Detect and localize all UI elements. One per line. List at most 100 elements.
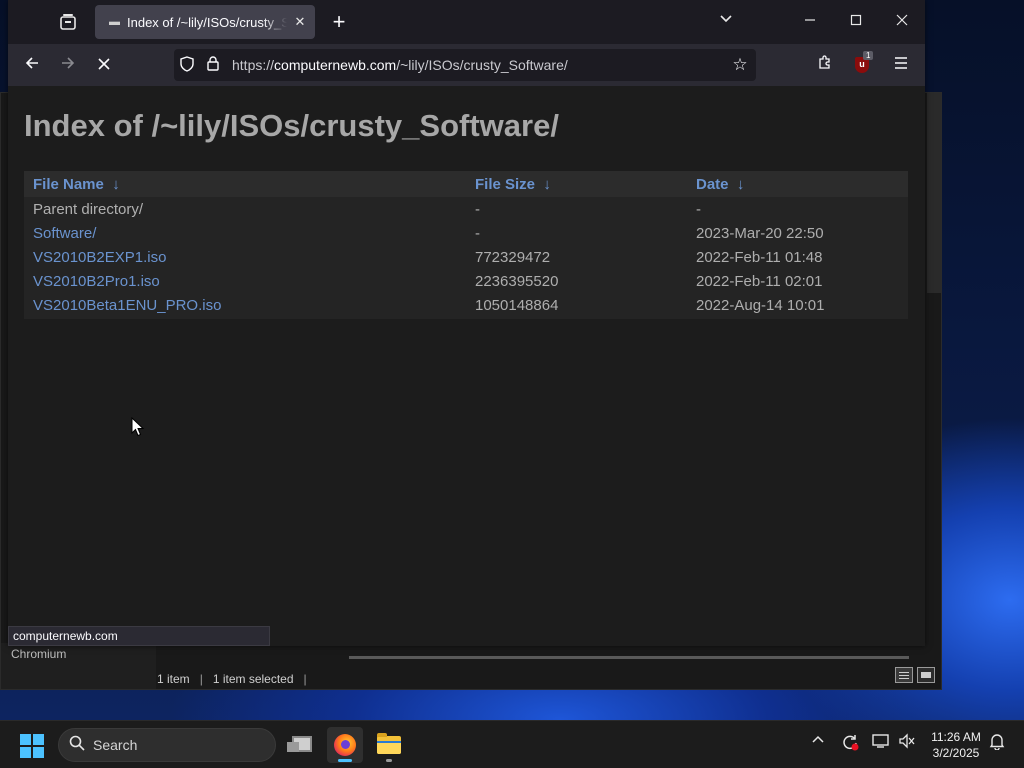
close-tab-icon[interactable]: ✕ [293,14,307,30]
clock-date: 3/2/2025 [932,746,980,760]
ublock-origin-button[interactable]: u 1 [853,51,874,74]
task-view-icon [287,736,312,752]
file-name-link[interactable]: Software/ [24,221,466,245]
minimize-icon [805,19,815,21]
running-indicator [386,759,392,762]
firefox-window: ▬ Index of /~lily/ISOs/crusty_Software/ … [8,0,925,646]
navigation-toolbar: https://computernewb.com/~lily/ISOs/crus… [8,44,925,86]
tab-bar: ▬ Index of /~lily/ISOs/crusty_Software/ … [8,0,925,44]
close-icon [896,14,908,26]
file-size-cell: 2236395520 [475,272,559,290]
file-name-link[interactable]: VS2010B2Pro1.iso [24,269,466,293]
page-favicon-icon: ▬ [109,16,120,28]
lock-icon[interactable] [200,56,226,74]
table-row: Parent directory/ - - [24,197,908,221]
file-name-link[interactable]: VS2010B2EXP1.iso [24,245,466,269]
list-all-tabs-button[interactable] [714,10,738,34]
mouse-pointer-icon [131,417,145,437]
taskbar-clock[interactable]: 11:26 AM 3/2/2025 [922,729,990,761]
address-bar[interactable]: https://computernewb.com/~lily/ISOs/crus… [174,49,756,81]
explorer-status-bar: 1 item | 1 item selected | [157,669,307,689]
url-path: /~lily/ISOs/crusty_Software/ [396,57,568,73]
minimize-button[interactable] [798,10,822,34]
app-menu-button[interactable] [889,54,913,76]
hamburger-menu-icon [895,57,907,69]
bookmark-star-icon[interactable]: ☆ [730,55,750,75]
file-name-link[interactable]: Parent directory/ [24,197,466,221]
page-content: Index of /~lily/ISOs/crusty_Software/ Fi… [8,86,925,646]
search-label: Search [93,737,138,753]
monitor-icon [872,734,889,748]
tray-sync-button[interactable] [839,733,861,755]
firefox-view-icon [60,14,76,30]
sort-arrow-icon: ↓ [543,175,551,193]
file-date-cell: 2022-Feb-11 01:48 [696,248,823,266]
maximize-button[interactable] [844,10,868,34]
page-title: Index of /~lily/ISOs/crusty_Software/ [24,108,559,143]
chevron-up-icon [812,735,824,743]
file-name-link[interactable]: VS2010Beta1ENU_PRO.iso [24,293,466,319]
extensions-button[interactable] [813,54,837,76]
forward-button[interactable] [55,53,81,77]
taskbar: Search 11:26 AM 3/2/2025 [0,720,1024,768]
firefox-view-button[interactable] [58,12,78,32]
file-listing-table: File Name ↓ File Size ↓ Date ↓ Parent di… [24,171,908,319]
bell-icon [989,734,1005,751]
column-header-file-name[interactable]: File Name ↓ [24,171,466,197]
table-row: VS2010Beta1ENU_PRO.iso 1050148864 2022-A… [24,293,908,319]
table-header-row: File Name ↓ File Size ↓ Date ↓ [24,171,908,197]
tab-active[interactable]: ▬ Index of /~lily/ISOs/crusty_Software/ … [95,5,315,39]
link-status-tooltip: computernewb.com [8,626,270,646]
tray-volume-button[interactable] [896,733,918,753]
puzzle-icon [819,55,830,69]
tiles-view-button[interactable] [917,667,935,683]
folder-icon [377,733,401,754]
stop-loading-button[interactable] [91,53,117,77]
tab-title: Index of /~lily/ISOs/crusty_Software/ [127,14,287,30]
stop-icon [98,58,110,70]
url-text: https://computernewb.com/~lily/ISOs/crus… [232,57,568,73]
notifications-button[interactable] [986,733,1008,754]
tray-display-button[interactable] [870,733,892,753]
speaker-muted-icon [899,733,915,749]
new-tab-button[interactable]: + [328,11,350,33]
start-button[interactable] [20,734,44,758]
windows-logo-icon [20,734,31,745]
extension-badge-count: 1 [863,51,874,60]
sync-alert-icon [843,735,859,751]
explorer-side-strip [927,93,941,293]
clock-time: 11:26 AM [931,730,981,744]
taskbar-file-explorer[interactable] [371,727,407,763]
back-button[interactable] [19,53,45,77]
close-window-button[interactable] [890,10,914,34]
file-size-cell: 772329472 [475,248,551,266]
arrow-left-icon [25,57,38,69]
taskbar-task-view[interactable] [284,727,320,763]
file-size-cell: - [475,200,480,218]
sort-arrow-icon: ↓ [736,175,745,193]
column-header-date[interactable]: Date ↓ [687,171,908,197]
maximize-icon [850,14,862,26]
details-view-button[interactable] [895,667,913,683]
show-hidden-icons-button[interactable] [807,733,829,750]
table-row: VS2010B2Pro1.iso 2236395520 2022-Feb-11 … [24,269,908,293]
arrow-right-icon [62,57,75,69]
file-date-cell: 2023-Mar-20 22:50 [696,224,824,242]
search-icon [69,735,87,755]
explorer-horizontal-scrollbar[interactable] [349,656,909,659]
file-date-cell: - [696,200,701,218]
explorer-selected-count: 1 item selected [212,672,294,686]
tracking-protection-icon[interactable] [174,55,200,75]
column-header-file-size[interactable]: File Size ↓ [466,171,687,197]
taskbar-search[interactable]: Search [58,728,276,762]
file-date-cell: 2022-Aug-14 10:01 [696,296,825,314]
explorer-view-buttons [895,667,935,683]
file-size-cell: 1050148864 [475,296,559,314]
taskbar-firefox[interactable] [327,727,363,763]
table-row: Software/ - 2023-Mar-20 22:50 [24,221,908,245]
status-separator: | [303,672,307,686]
url-domain: computernewb.com [274,57,397,73]
status-separator: | [199,672,203,686]
table-row: VS2010B2EXP1.iso 772329472 2022-Feb-11 0… [24,245,908,269]
explorer-chromium-label[interactable]: Chromium [11,647,66,661]
